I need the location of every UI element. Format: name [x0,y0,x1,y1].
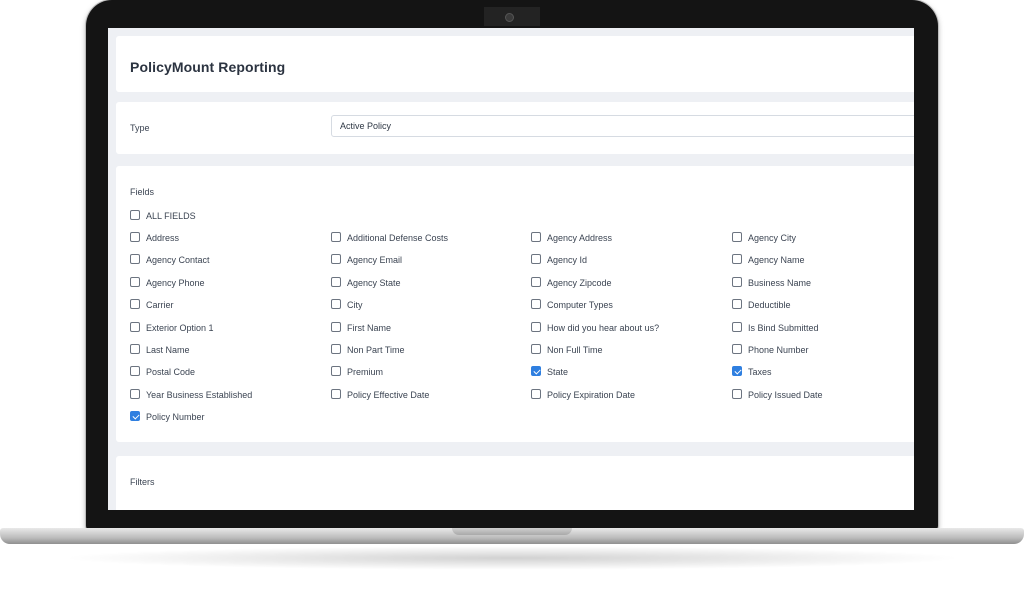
checkbox-unchecked[interactable] [732,321,742,332]
type-label: Type [130,123,150,133]
field-label: State [547,367,569,378]
field-label: Agency Email [347,255,403,266]
field-label: Agency State [347,277,401,288]
filters-heading: Filters [130,477,155,487]
checkbox-checked[interactable] [531,366,541,377]
field-label: Non Full Time [547,345,603,355]
checkbox-unchecked[interactable] [130,344,140,354]
checkbox-unchecked[interactable] [531,299,541,310]
field-label: Exterior Option 1 [146,322,214,333]
field-label: Policy Number [146,412,205,423]
field-label: Last Name [146,345,190,355]
field-label: Additional Defense Costs [347,233,449,243]
checkbox-unchecked[interactable] [130,366,140,377]
checkbox-unchecked[interactable] [331,254,341,265]
field-label: City [347,300,363,311]
checkbox-unchecked[interactable] [331,388,341,399]
fields-heading: Fields [130,187,155,197]
checkbox-checked[interactable] [130,411,140,422]
field-label: Policy Effective Date [347,389,430,400]
checkbox-unchecked[interactable] [732,299,742,310]
type-select[interactable]: Active Policy [331,115,914,137]
checkbox-unchecked[interactable] [331,276,341,287]
checkbox-unchecked[interactable] [732,344,742,354]
checkbox-unchecked[interactable] [130,388,140,399]
field-label: Agency Zipcode [547,277,612,288]
field-label: Non Part Time [347,345,405,355]
field-label: Deductible [748,300,791,311]
type-card: Type Active Policy [116,102,914,154]
checkbox-unchecked[interactable] [331,299,341,310]
checkbox-checked[interactable] [732,366,742,377]
checkbox-unchecked[interactable] [331,232,341,242]
webcam-icon [505,13,514,22]
laptop-shadow [60,546,964,570]
checkbox-unchecked[interactable] [531,254,541,265]
fields-card: Fields ALL FIELDS Address Additional Defe… [116,166,914,442]
checkbox-unchecked[interactable] [732,276,742,287]
field-label: Business Name [748,277,812,288]
filters-card: Filters [116,456,914,510]
field-label: Agency Phone [146,277,205,288]
checkbox-unchecked[interactable] [531,344,541,354]
checkbox-unchecked[interactable] [531,276,541,287]
checkbox-unchecked[interactable] [531,232,541,242]
checkbox-unchecked[interactable] [732,232,742,242]
field-label: Is Bind Submitted [748,322,819,333]
field-label: Agency Id [547,255,588,266]
laptop-screen: PolicyMount Reporting Type Active Policy… [108,28,914,510]
field-label: Computer Types [547,300,613,311]
checkbox-unchecked[interactable] [331,321,341,332]
laptop-notch [452,528,572,535]
field-label: Agency Name [748,255,805,266]
checkbox-unchecked[interactable] [130,232,140,242]
field-label: Policy Expiration Date [547,389,636,400]
field-label: First Name [347,322,392,333]
field-label: Address [146,233,180,243]
checkbox-unchecked[interactable] [732,388,742,399]
field-label: Year Business Established [146,389,253,400]
checkbox-unchecked[interactable] [531,388,541,399]
checkbox-unchecked[interactable] [130,254,140,265]
checkbox-unchecked[interactable] [732,254,742,265]
field-label: Agency City [748,233,797,243]
all-fields-label: ALL FIELDS [146,211,196,221]
checkbox-unchecked[interactable] [130,299,140,310]
field-label: Premium [347,367,384,378]
checkbox-unchecked[interactable] [531,321,541,332]
header-card: PolicyMount Reporting [116,36,914,92]
field-label: How did you hear about us? [547,322,660,333]
field-label: Agency Address [547,233,613,243]
checkbox-unchecked[interactable] [331,366,341,377]
checkbox-unchecked[interactable] [130,321,140,332]
field-label: Taxes [748,367,772,378]
page-title: PolicyMount Reporting [130,59,286,75]
field-label: Carrier [146,300,174,311]
checkbox-unchecked[interactable] [130,276,140,287]
checkbox-unchecked[interactable] [331,344,341,354]
checkbox-box[interactable] [130,210,140,220]
field-label: Phone Number [748,345,809,355]
field-label: Postal Code [146,367,196,378]
field-label: Agency Contact [146,255,210,266]
field-label: Policy Issued Date [748,389,823,400]
